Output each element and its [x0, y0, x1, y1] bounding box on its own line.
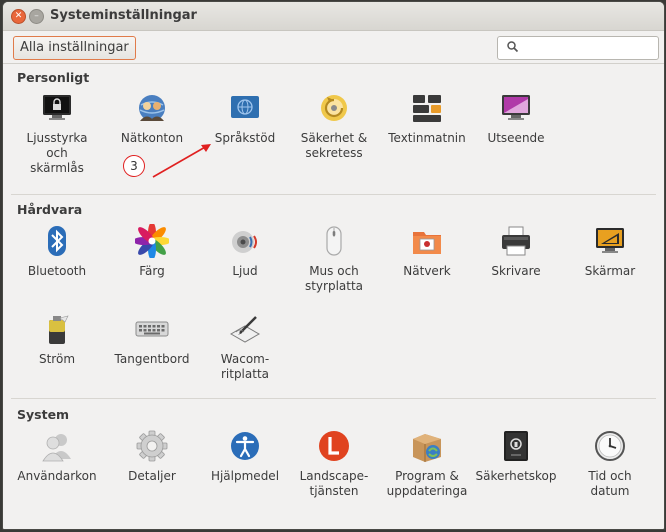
settings-item-user-accounts[interactable]: Användarkon — [9, 429, 105, 484]
sound-icon — [232, 231, 257, 253]
section-title-system: System — [17, 407, 70, 422]
network-icon — [413, 232, 441, 254]
settings-item-displays[interactable]: Skärmar — [562, 224, 658, 279]
item-label: Säkerhet & sekretess — [300, 131, 368, 160]
settings-item-printers[interactable]: Skrivare — [468, 224, 564, 279]
settings-item-security-privacy[interactable]: Säkerhet & sekretess — [286, 91, 382, 161]
item-label: Tangentbord — [114, 352, 190, 366]
item-label: Ljud — [232, 264, 258, 278]
text-entry-icon — [413, 95, 441, 122]
item-label: Detaljer — [128, 469, 176, 483]
close-icon[interactable]: ✕ — [11, 9, 26, 24]
settings-item-text-entry[interactable]: Textinmatnin — [379, 91, 475, 146]
item-label: Hjälpmedel — [210, 469, 280, 483]
settings-item-landscape[interactable]: Landscape- tjänsten — [286, 429, 382, 499]
settings-item-backups[interactable]: Säkerhetskop — [468, 429, 564, 484]
settings-item-wacom-tablet[interactable]: Wacom- ritplatta — [197, 312, 293, 382]
settings-item-network[interactable]: Nätverk — [379, 224, 475, 279]
item-label: Textinmatnin — [388, 131, 466, 145]
item-label: Bluetooth — [27, 264, 87, 278]
settings-item-mouse-touchpad[interactable]: Mus och styrplatta — [286, 224, 382, 294]
settings-window: ✕ – Systeminställningar Alla inställning… — [2, 1, 665, 530]
landscape-icon — [319, 431, 349, 461]
section-divider — [11, 398, 656, 399]
settings-item-power[interactable]: Ström — [9, 312, 105, 367]
backup-icon — [504, 431, 528, 461]
online-accounts-icon — [139, 95, 165, 121]
time-date-icon — [595, 431, 625, 461]
settings-item-color[interactable]: Färg — [104, 224, 200, 279]
item-label: Säkerhetskop — [475, 469, 557, 483]
settings-item-online-accounts[interactable]: Nätkonton — [104, 91, 200, 146]
item-label: Skrivare — [491, 264, 541, 278]
item-label: Mus och styrplatta — [304, 264, 364, 293]
displays-icon — [596, 228, 624, 253]
item-label: Wacom- ritplatta — [220, 352, 270, 381]
color-icon — [135, 224, 169, 258]
settings-item-keyboard[interactable]: Tangentbord — [104, 312, 200, 367]
power-icon — [49, 315, 69, 344]
details-icon — [136, 430, 168, 462]
item-label: Ström — [38, 352, 76, 366]
settings-item-details[interactable]: Detaljer — [104, 429, 200, 484]
item-label: Landscape- tjänsten — [299, 469, 369, 498]
item-label: Användarkon — [17, 469, 97, 483]
window-title: Systeminställningar — [50, 8, 197, 23]
security-privacy-icon — [321, 95, 347, 121]
item-label: Tid och datum — [588, 469, 632, 498]
annotation-step-marker: 3 — [123, 155, 145, 177]
section-title-hardware: Hårdvara — [17, 202, 83, 217]
title-bar: ✕ – Systeminställningar — [3, 2, 664, 31]
item-label: Utseende — [487, 131, 545, 145]
settings-item-time-date[interactable]: Tid och datum — [562, 429, 658, 499]
section-divider — [11, 194, 656, 195]
software-updates-icon — [413, 434, 441, 462]
accessibility-icon — [231, 432, 259, 460]
wacom-tablet-icon — [229, 316, 261, 343]
keyboard-icon — [135, 321, 169, 337]
annotation-arrow-icon — [152, 144, 211, 178]
minimize-icon[interactable]: – — [29, 9, 44, 24]
user-accounts-icon — [42, 434, 71, 462]
appearance-icon — [502, 95, 530, 120]
settings-item-software-updates[interactable]: Program & uppdateringa — [379, 429, 475, 499]
toolbar: Alla inställningar — [3, 31, 664, 64]
printer-icon — [502, 226, 530, 256]
settings-item-language-support[interactable]: Språkstöd — [197, 91, 293, 146]
item-label: Program & uppdateringa — [386, 469, 468, 498]
language-support-icon — [231, 96, 259, 118]
settings-item-accessibility[interactable]: Hjälpmedel — [197, 429, 293, 484]
settings-item-sound[interactable]: Ljud — [197, 224, 293, 279]
bluetooth-icon — [48, 226, 66, 256]
item-label: Skärmar — [584, 264, 636, 278]
settings-item-appearance[interactable]: Utseende — [468, 91, 564, 146]
settings-item-brightness-lock[interactable]: Ljusstyrka och skärmlås — [9, 91, 105, 176]
item-label: Ljusstyrka och skärmlås — [26, 131, 88, 175]
lock-screen-icon — [43, 95, 71, 120]
mouse-icon — [326, 226, 342, 256]
all-settings-button[interactable]: Alla inställningar — [13, 36, 136, 60]
settings-item-bluetooth[interactable]: Bluetooth — [9, 224, 105, 279]
item-label: Nätverk — [403, 264, 451, 278]
item-label: Färg — [139, 264, 165, 278]
search-icon — [507, 41, 519, 53]
search-input[interactable] — [497, 36, 659, 60]
section-title-personal: Personligt — [17, 70, 90, 85]
